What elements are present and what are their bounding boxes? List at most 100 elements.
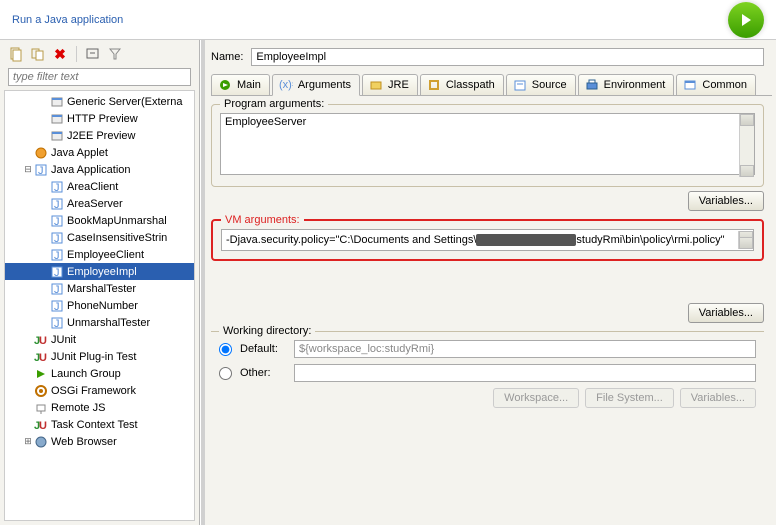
program-args-label: Program arguments: bbox=[220, 98, 328, 110]
svg-text:U: U bbox=[39, 420, 47, 432]
javarun-icon: J bbox=[49, 196, 65, 212]
vm-args-input[interactable]: -Djava.security.policy="C:\Documents and… bbox=[221, 229, 754, 251]
tree-item[interactable]: Generic Server(Externa bbox=[5, 93, 194, 110]
tree-item-label: Web Browser bbox=[51, 436, 117, 448]
tree-item[interactable]: JBookMapUnmarshal bbox=[5, 212, 194, 229]
wd-variables-button: Variables... bbox=[680, 388, 756, 408]
tree-item-label: Remote JS bbox=[51, 402, 105, 414]
tab-icon bbox=[427, 78, 441, 92]
scrollbar[interactable] bbox=[739, 114, 754, 177]
header-title: Run a Java application bbox=[12, 14, 123, 26]
tab-icon bbox=[218, 78, 232, 92]
wd-other-label: Other: bbox=[240, 367, 288, 379]
filter-input[interactable] bbox=[8, 68, 191, 86]
name-row: Name: bbox=[211, 48, 772, 66]
tree-item[interactable]: JUJUnit Plug-in Test bbox=[5, 348, 194, 365]
tree-item[interactable]: JAreaClient bbox=[5, 178, 194, 195]
redacted-segment bbox=[476, 234, 576, 246]
tree-item-label: OSGi Framework bbox=[51, 385, 136, 397]
tree-item[interactable]: ⊟JJava Application bbox=[5, 161, 194, 178]
tree-item-label: Task Context Test bbox=[51, 419, 138, 431]
server-icon bbox=[49, 111, 65, 127]
tree-item[interactable]: J2EE Preview bbox=[5, 127, 194, 144]
javaapp-icon: J bbox=[33, 162, 49, 178]
tree-item[interactable]: JEmployeeImpl bbox=[5, 263, 194, 280]
tree-item[interactable]: J EmployeeClient bbox=[5, 246, 194, 263]
content: ✖ Generic Server(ExternaHTTP PreviewJ2EE… bbox=[0, 40, 776, 525]
scrollbar[interactable] bbox=[738, 231, 753, 249]
wd-default-input[interactable] bbox=[294, 340, 756, 358]
svg-text:J: J bbox=[54, 199, 60, 211]
tree-item-label: EmployeeClient bbox=[67, 249, 144, 261]
tree-item[interactable]: JPhoneNumber bbox=[5, 297, 194, 314]
osgi-icon bbox=[33, 383, 49, 399]
program-args-input[interactable]: EmployeeServer bbox=[220, 113, 755, 175]
vm-args-group: VM arguments: -Djava.security.policy="C:… bbox=[211, 219, 764, 261]
separator bbox=[76, 46, 77, 62]
tree-item[interactable]: ⊞Web Browser bbox=[5, 433, 194, 450]
program-args-group: Program arguments: EmployeeServer bbox=[211, 104, 764, 187]
tab-label: Classpath bbox=[446, 79, 495, 91]
tree-item[interactable]: OSGi Framework bbox=[5, 382, 194, 399]
run-button[interactable] bbox=[728, 2, 764, 38]
wd-default-radio[interactable] bbox=[219, 343, 232, 356]
config-tree[interactable]: Generic Server(ExternaHTTP PreviewJ2EE P… bbox=[4, 90, 195, 521]
tab-common[interactable]: Common bbox=[676, 74, 756, 95]
svg-text:J: J bbox=[54, 267, 60, 279]
tree-item[interactable]: JUJUnit bbox=[5, 331, 194, 348]
tree-item[interactable]: Remote JS bbox=[5, 399, 194, 416]
duplicate-config-icon[interactable] bbox=[30, 46, 46, 62]
tree-item[interactable]: Launch Group bbox=[5, 365, 194, 382]
tab-jre[interactable]: JRE bbox=[362, 74, 418, 95]
tree-item-label: MarshalTester bbox=[67, 283, 136, 295]
tab-environment[interactable]: Environment bbox=[578, 74, 675, 95]
workspace-button: Workspace... bbox=[493, 388, 579, 408]
wd-other-radio[interactable] bbox=[219, 367, 232, 380]
tree-item[interactable]: JUnmarshalTester bbox=[5, 314, 194, 331]
tab-arguments[interactable]: (x)=Arguments bbox=[272, 74, 360, 96]
tree-item-label: UnmarshalTester bbox=[67, 317, 150, 329]
tree-item[interactable]: JCaseInsensitiveStrin bbox=[5, 229, 194, 246]
remote-icon bbox=[33, 400, 49, 416]
filesystem-button: File System... bbox=[585, 388, 674, 408]
tree-item-label: JUnit Plug-in Test bbox=[51, 351, 136, 363]
filter-icon[interactable] bbox=[107, 46, 123, 62]
working-dir-group: Working directory: Default: Other: Works… bbox=[211, 331, 764, 412]
svg-text:J: J bbox=[54, 250, 60, 262]
tree-item[interactable]: Java Applet bbox=[5, 144, 194, 161]
collapse-icon[interactable] bbox=[85, 46, 101, 62]
tabs-bar: Main(x)=ArgumentsJRE Classpath Source Envir… bbox=[211, 74, 772, 96]
tab-main[interactable]: Main bbox=[211, 74, 270, 95]
svg-text:J: J bbox=[54, 301, 60, 313]
task-icon: JU bbox=[33, 417, 49, 433]
vm-args-variables-button[interactable]: Variables... bbox=[688, 303, 764, 323]
server-icon bbox=[49, 128, 65, 144]
tree-item[interactable]: JAreaServer bbox=[5, 195, 194, 212]
delete-config-icon[interactable]: ✖ bbox=[52, 46, 68, 62]
tree-item[interactable]: HTTP Preview bbox=[5, 110, 194, 127]
tab-label: Environment bbox=[604, 79, 666, 91]
tab-classpath[interactable]: Classpath bbox=[420, 74, 504, 95]
tree-item[interactable]: J MarshalTester bbox=[5, 280, 194, 297]
name-input[interactable] bbox=[251, 48, 764, 66]
javarun-icon: J bbox=[49, 247, 65, 263]
javarun-icon: J bbox=[49, 315, 65, 331]
tab-label: Common bbox=[702, 79, 747, 91]
javarun-icon: J bbox=[49, 281, 65, 297]
tab-label: Arguments bbox=[298, 79, 351, 91]
tree-item[interactable]: JUTask Context Test bbox=[5, 416, 194, 433]
tree-item-label: Launch Group bbox=[51, 368, 121, 380]
svg-text:J: J bbox=[54, 182, 60, 194]
new-config-icon[interactable] bbox=[8, 46, 24, 62]
wd-other-input[interactable] bbox=[294, 364, 756, 382]
junit-icon: JU bbox=[33, 349, 49, 365]
applet-icon bbox=[33, 145, 49, 161]
tab-source[interactable]: Source bbox=[506, 74, 576, 95]
svg-text:J: J bbox=[54, 284, 60, 296]
program-args-variables-button[interactable]: Variables... bbox=[688, 191, 764, 211]
tab-icon bbox=[585, 78, 599, 92]
right-panel: Name: Main(x)=ArgumentsJRE Classpath Sourc… bbox=[200, 40, 776, 525]
javarun-icon: J bbox=[49, 264, 65, 280]
browser-icon bbox=[33, 434, 49, 450]
tab-icon bbox=[683, 78, 697, 92]
